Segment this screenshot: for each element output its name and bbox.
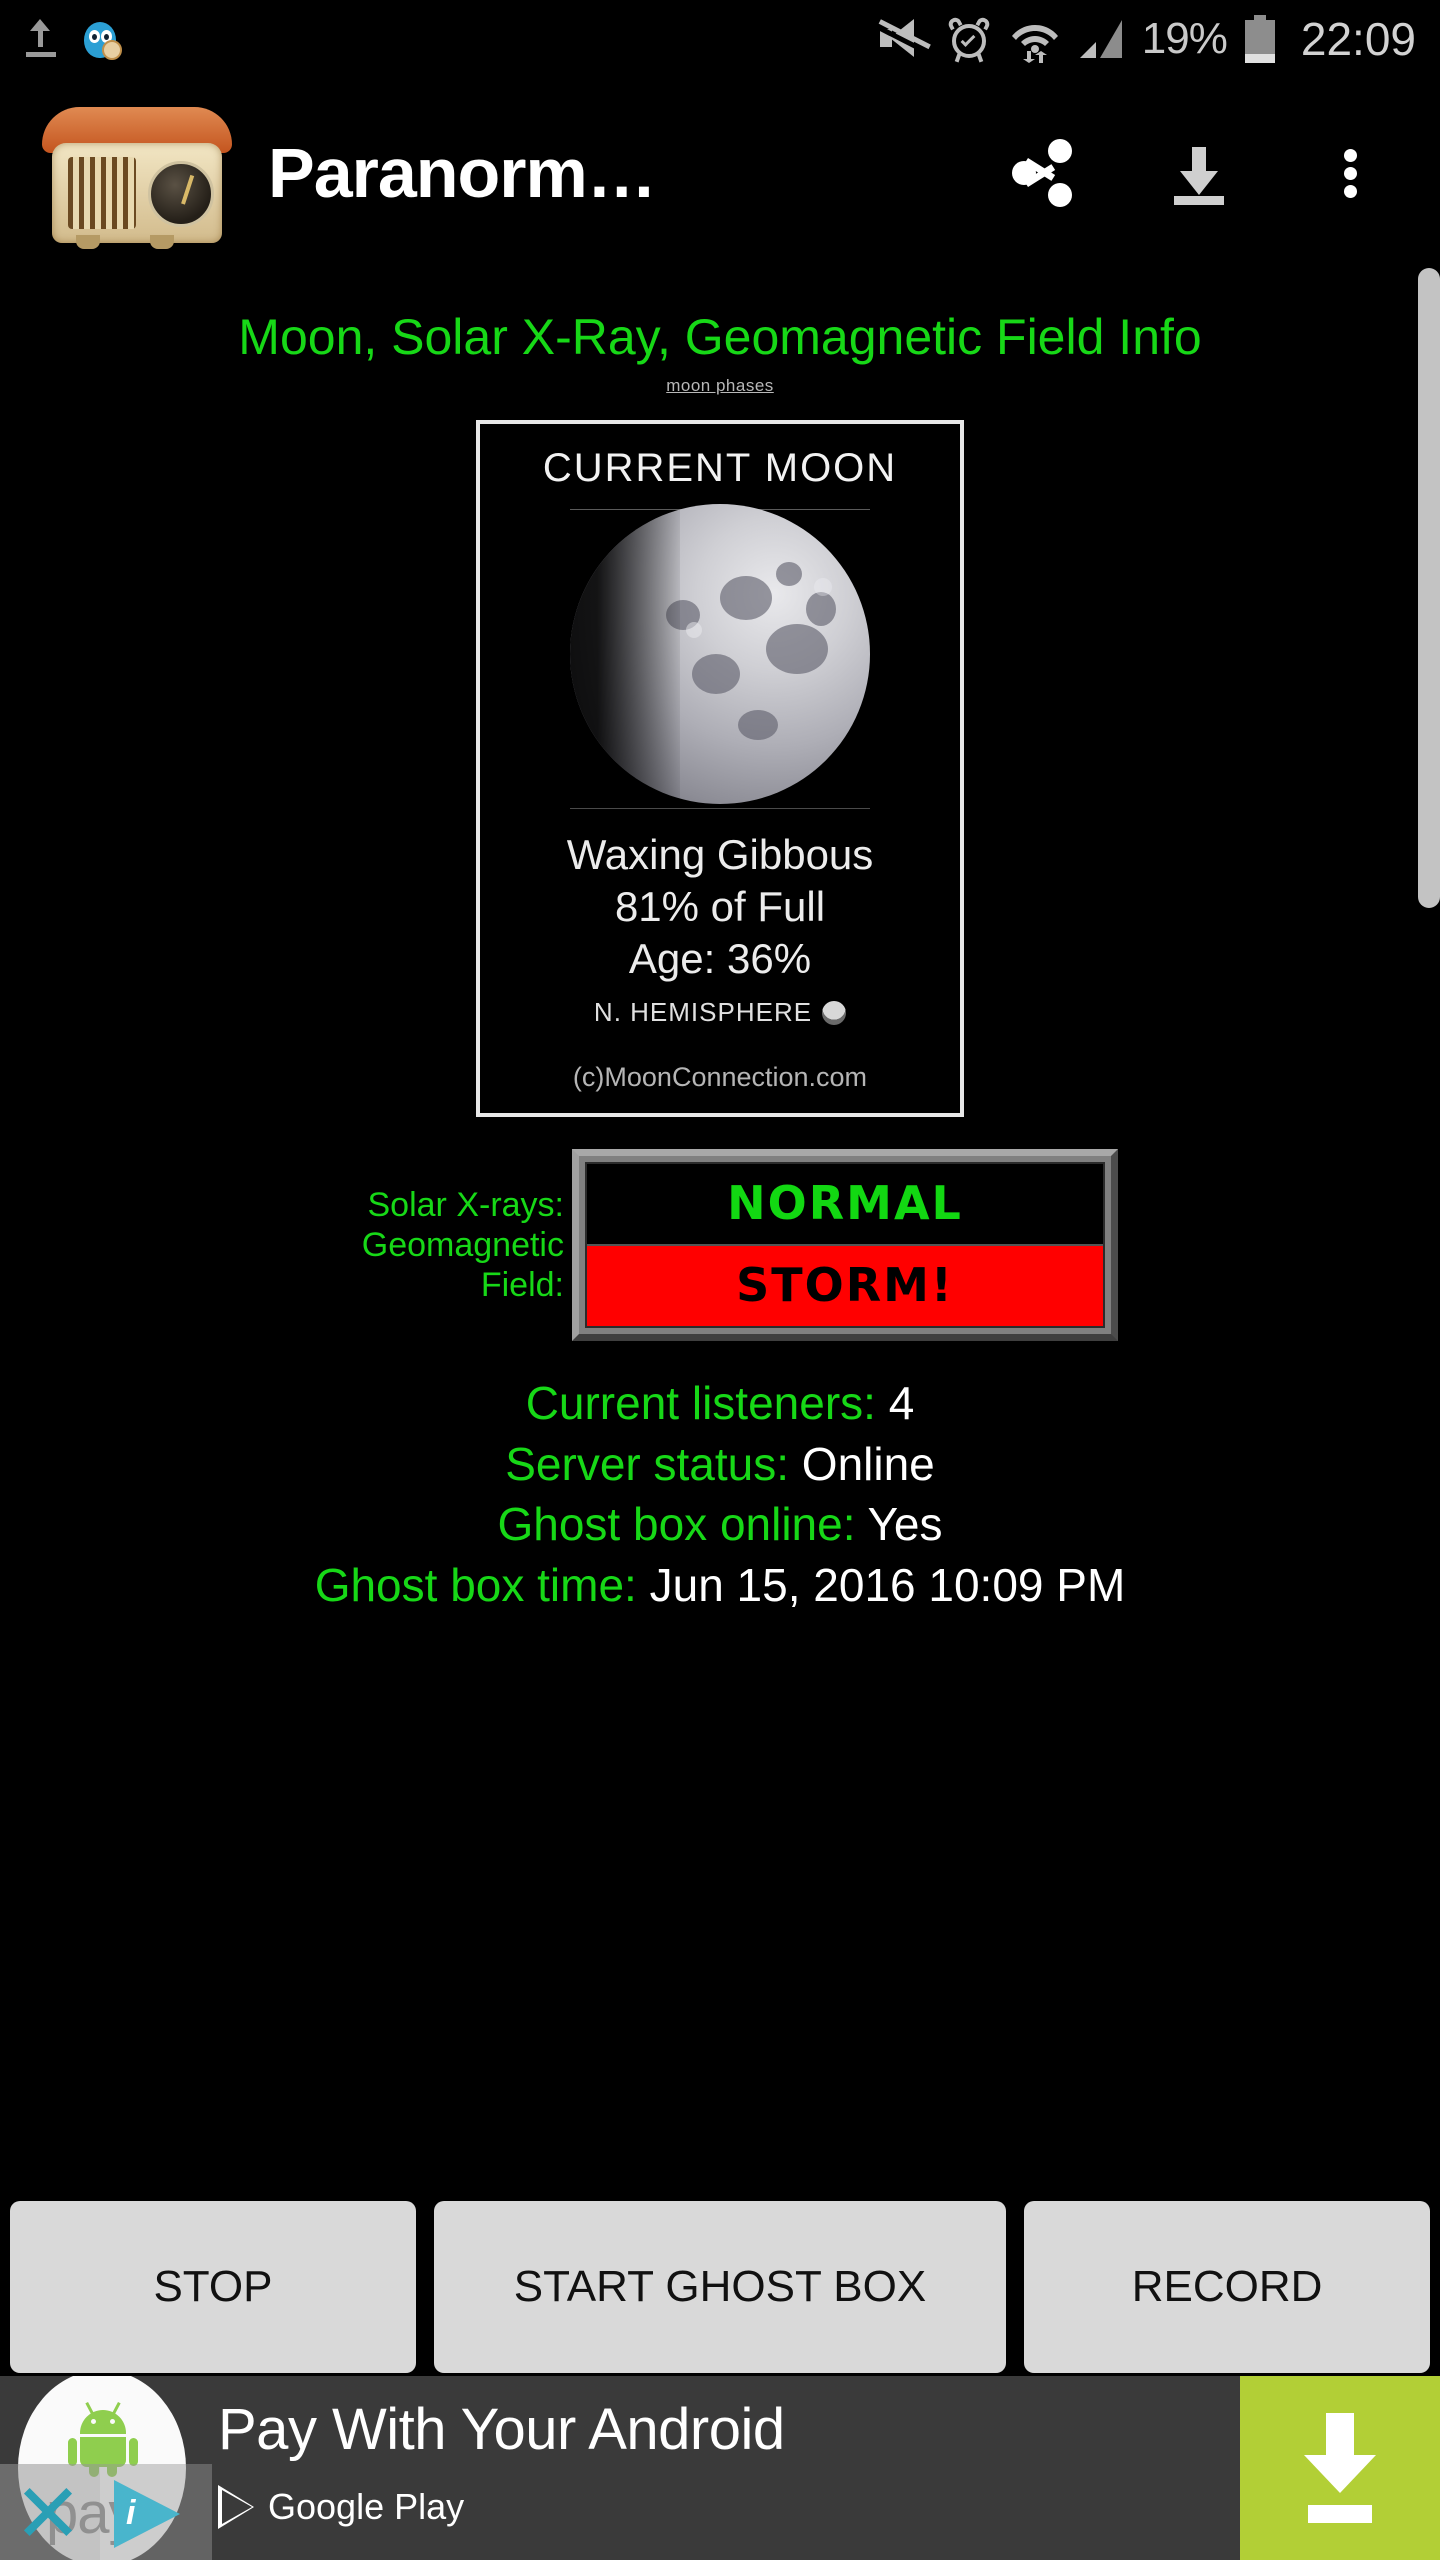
server-status-label: Server status:: [505, 1437, 790, 1490]
solar-xray-label: Solar X-rays:: [367, 1185, 565, 1224]
server-status-value: Online: [801, 1437, 935, 1490]
section-title: Moon, Solar X-Ray, Geomagnetic Field Inf…: [238, 309, 1202, 365]
battery-percent-label: 19%: [1141, 14, 1228, 63]
record-button[interactable]: RECORD: [1024, 2201, 1430, 2373]
moon-credit-label: (c)MoonConnection.com: [572, 1062, 868, 1092]
alarm-icon: [946, 15, 992, 63]
wifi-icon: [1010, 15, 1060, 63]
ad-install-button[interactable]: [1240, 2376, 1440, 2560]
app-bar-actions: [1008, 137, 1406, 209]
ad-close-button[interactable]: [0, 2464, 100, 2560]
space-weather-panel: NORMAL STORM!: [572, 1149, 1118, 1341]
share-icon[interactable]: [1008, 137, 1080, 209]
moon-image: [570, 504, 870, 804]
status-row-listeners: Current listeners: 4: [0, 1373, 1440, 1434]
moon-age-label: Age: 36%: [628, 935, 812, 982]
app-screen: 19% 22:09 Paranorm… Moon, Solar X-Ray, G…: [0, 0, 1440, 2560]
moon-hemisphere-row: N. HEMISPHERE: [480, 997, 960, 1028]
listeners-value: 4: [888, 1377, 915, 1429]
moon-card-divider-bottom: [570, 808, 870, 809]
download-arrow-icon: [1294, 2413, 1386, 2523]
ad-headline: Pay With Your Android: [218, 2397, 785, 2462]
twitter-bird-icon: [80, 16, 126, 62]
app-logo-radio-icon: [34, 103, 240, 249]
moon-phases-link[interactable]: moon phases: [0, 376, 1440, 396]
status-row-ghostbox-time: Ghost box time: Jun 15, 2016 10:09 PM: [0, 1555, 1440, 1616]
status-row-ghostbox-online: Ghost box online: Yes: [0, 1494, 1440, 1555]
download-icon[interactable]: [1162, 137, 1234, 209]
status-bar-notifications: [24, 16, 126, 62]
space-weather-labels: Solar X-rays: Geomagnetic Field:: [322, 1185, 572, 1305]
overflow-menu-icon[interactable]: [1316, 137, 1388, 209]
server-status-block: Current listeners: 4 Server status: Onli…: [0, 1373, 1440, 1616]
geomagnetic-status: STORM!: [587, 1244, 1103, 1326]
ghostbox-online-value: Yes: [867, 1498, 943, 1551]
listeners-label: Current listeners:: [525, 1377, 876, 1429]
solar-xray-status: NORMAL: [587, 1164, 1103, 1244]
moon-card-title: CURRENT MOON: [542, 446, 898, 490]
hemisphere-globe-icon: [822, 1000, 847, 1025]
adchoices-button[interactable]: i: [100, 2464, 212, 2560]
ghostbox-time-value: Jun 15, 2016 10:09 PM: [649, 1559, 1126, 1612]
geomagnetic-label-line1: Geomagnetic: [361, 1225, 564, 1264]
ad-store-row: Google Play: [218, 2485, 1240, 2529]
clock-label: 22:09: [1300, 13, 1416, 65]
cellular-signal-icon: [1078, 18, 1124, 60]
google-play-icon: [218, 2485, 254, 2529]
ghostbox-online-label: Ghost box online:: [497, 1498, 856, 1551]
status-bar: 19% 22:09: [0, 0, 1440, 78]
ad-text-block: Pay With Your Android Google Play: [218, 2401, 1240, 2529]
moon-phase-label: Waxing Gibbous: [566, 831, 874, 878]
google-play-label: Google Play: [268, 2486, 465, 2527]
battery-icon: [1244, 15, 1275, 63]
start-ghost-box-button[interactable]: START GHOST BOX: [433, 2201, 1007, 2373]
moon-illumination-label: 81% of Full: [614, 883, 826, 930]
upload-icon: [24, 19, 58, 59]
status-bar-system-icons: 19% 22:09: [875, 12, 1416, 66]
status-row-server: Server status: Online: [0, 1434, 1440, 1495]
moon-hemisphere-label: N. HEMISPHERE: [593, 997, 813, 1027]
geomagnetic-label-line2: Field:: [480, 1266, 564, 1305]
current-moon-card: CURRENT MOON Waxing Gibbous 81% of Full …: [476, 420, 964, 1117]
space-weather-row: Solar X-rays: Geomagnetic Field: NORMAL …: [0, 1149, 1440, 1341]
main-content: Moon, Solar X-Ray, Geomagnetic Field Inf…: [0, 268, 1440, 1616]
transport-button-bar: STOP START GHOST BOX RECORD: [0, 2198, 1440, 2376]
mute-icon: [875, 17, 928, 61]
ad-banner[interactable]: pay Pay With Your Android Google Play i: [0, 2376, 1440, 2560]
page-title: Paranorm…: [268, 134, 656, 212]
ghostbox-time-label: Ghost box time:: [314, 1559, 637, 1612]
app-bar: Paranorm…: [0, 78, 1440, 268]
android-robot-icon: [68, 2401, 138, 2477]
stop-button[interactable]: STOP: [10, 2201, 416, 2373]
